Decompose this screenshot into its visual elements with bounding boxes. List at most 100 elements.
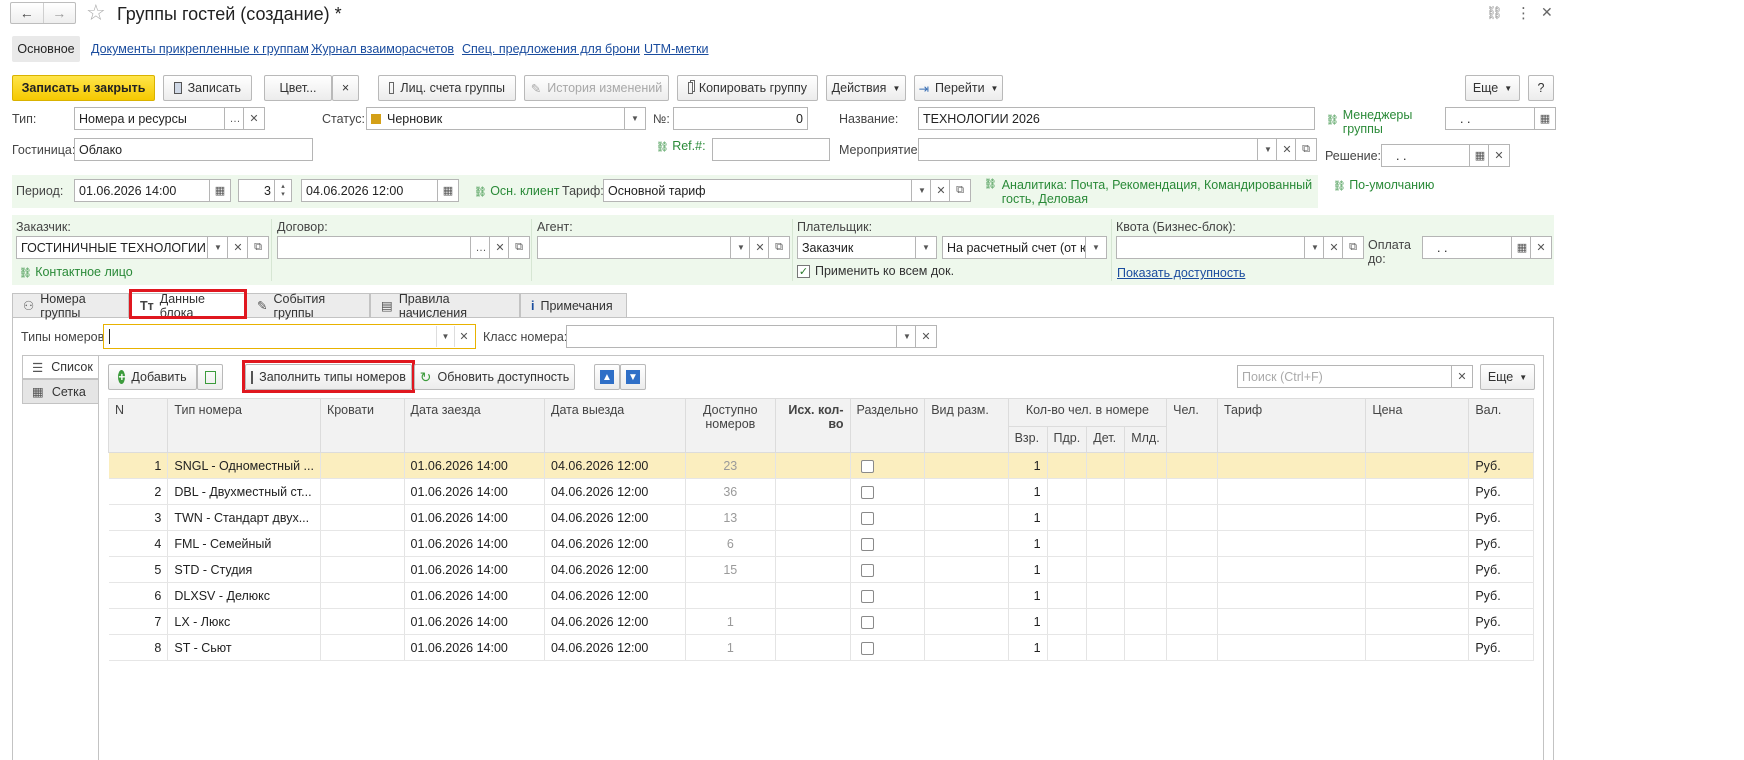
contract-open-button[interactable]: ⧉	[508, 236, 530, 259]
decision-clear-button[interactable]: ✕	[1488, 144, 1510, 167]
cell-n[interactable]: 4	[108, 530, 169, 557]
cell-people[interactable]	[1166, 582, 1218, 609]
more-menu-icon[interactable]: ⋮	[1516, 4, 1531, 22]
cell-checkin[interactable]: 01.06.2026 14:00	[404, 452, 546, 479]
cell-extra[interactable]	[1047, 608, 1088, 635]
cell-price[interactable]	[1365, 530, 1470, 557]
apply-all-checkbox[interactable]: ✓ Применить ко всем док.	[797, 264, 954, 278]
cell-initial[interactable]	[775, 582, 851, 609]
cell-n[interactable]: 3	[108, 504, 169, 531]
cell-available[interactable]: 13	[685, 504, 777, 531]
cell-placement[interactable]	[924, 582, 1009, 609]
cell-currency[interactable]: Руб.	[1468, 478, 1534, 505]
status-field[interactable]: Черновик	[366, 107, 626, 130]
cell-price[interactable]	[1365, 634, 1470, 661]
separate-checkbox[interactable]	[860, 615, 874, 629]
separate-checkbox[interactable]	[860, 589, 874, 603]
cell-child[interactable]	[1086, 478, 1126, 505]
cell-child[interactable]	[1086, 556, 1126, 583]
cell-people[interactable]	[1166, 452, 1218, 479]
cell-infant[interactable]	[1124, 556, 1168, 583]
cell-placement[interactable]	[924, 452, 1009, 479]
cell-initial[interactable]	[775, 530, 851, 557]
cell-adult[interactable]: 1	[1008, 504, 1048, 531]
col-people[interactable]: Чел.	[1166, 398, 1218, 453]
cell-checkout[interactable]: 04.06.2026 12:00	[544, 530, 686, 557]
nav-tab-settlements[interactable]: Журнал взаиморасчетов	[311, 42, 454, 56]
cell-beds[interactable]	[320, 452, 405, 479]
cell-checkin[interactable]: 01.06.2026 14:00	[404, 608, 546, 635]
forward-button[interactable]: →	[44, 3, 76, 23]
table-row[interactable]: 1 SNGL - Одноместный ... 01.06.2026 14:00 0…	[108, 452, 1534, 479]
quota-field[interactable]	[1116, 236, 1306, 259]
cell-n[interactable]: 5	[108, 556, 169, 583]
cell-separate[interactable]	[850, 556, 926, 583]
cell-separate[interactable]	[850, 634, 926, 661]
table-row[interactable]: 6 DLXSV - Делюкс 01.06.2026 14:00 04.06.202…	[108, 582, 1534, 609]
cell-currency[interactable]: Руб.	[1468, 608, 1534, 635]
cell-tariff[interactable]	[1217, 634, 1367, 661]
cell-checkin[interactable]: 01.06.2026 14:00	[404, 478, 546, 505]
cell-currency[interactable]: Руб.	[1468, 556, 1534, 583]
show-availability-link[interactable]: Показать доступность	[1117, 266, 1245, 280]
cell-infant[interactable]	[1124, 608, 1168, 635]
color-button[interactable]: Цвет...	[264, 75, 332, 101]
cell-child[interactable]	[1086, 530, 1126, 557]
room-class-field[interactable]	[566, 325, 898, 348]
color-clear-button[interactable]: ×	[332, 75, 359, 101]
cell-room-type[interactable]: SNGL - Одноместный ...	[167, 452, 321, 479]
col-beds[interactable]: Кровати	[319, 398, 405, 453]
cell-currency[interactable]: Руб.	[1468, 452, 1534, 479]
cell-initial[interactable]	[775, 452, 851, 479]
event-field[interactable]	[918, 138, 1260, 161]
contact-person-link[interactable]: ⛓ Контактное лицо	[19, 265, 133, 279]
cell-available[interactable]: 1	[685, 634, 777, 661]
room-class-clear-button[interactable]: ✕	[915, 325, 937, 348]
cell-beds[interactable]	[320, 530, 405, 557]
cell-adult[interactable]: 1	[1008, 608, 1048, 635]
view-grid-button[interactable]: ▦ Сетка	[22, 379, 99, 404]
cell-people[interactable]	[1166, 608, 1218, 635]
nights-field[interactable]: 3	[238, 179, 276, 202]
cell-room-type[interactable]: TWN - Стандарт двух...	[167, 504, 321, 531]
move-up-button[interactable]: ▲	[594, 364, 620, 390]
table-row[interactable]: 2 DBL - Двухместный ст... 01.06.2026 14:00…	[108, 478, 1534, 505]
col-available[interactable]: Доступно номеров	[684, 398, 777, 453]
close-icon[interactable]: ✕	[1541, 4, 1553, 21]
separate-checkbox[interactable]	[860, 511, 874, 525]
cell-tariff[interactable]	[1217, 582, 1367, 609]
col-currency[interactable]: Вал.	[1468, 398, 1534, 453]
cell-extra[interactable]	[1047, 634, 1088, 661]
cell-checkout[interactable]: 04.06.2026 12:00	[544, 478, 686, 505]
cell-child[interactable]	[1086, 582, 1126, 609]
cell-room-type[interactable]: LX - Люкс	[167, 608, 321, 635]
nav-tab-documents[interactable]: Документы прикрепленные к группам	[91, 42, 309, 56]
cell-infant[interactable]	[1124, 530, 1168, 557]
col-infant[interactable]: Млд.	[1124, 426, 1168, 453]
calendar-icon[interactable]: ▦	[209, 179, 231, 202]
cell-tariff[interactable]	[1217, 452, 1367, 479]
room-types-dropdown-button[interactable]: ▼	[436, 326, 454, 347]
quota-open-button[interactable]: ⧉	[1342, 236, 1364, 259]
cell-people[interactable]	[1166, 504, 1218, 531]
cell-extra[interactable]	[1047, 504, 1088, 531]
type-clear-button[interactable]: ✕	[243, 107, 265, 130]
cell-beds[interactable]	[320, 634, 405, 661]
cell-adult[interactable]: 1	[1008, 556, 1048, 583]
cell-currency[interactable]: Руб.	[1468, 504, 1534, 531]
separate-checkbox[interactable]	[860, 641, 874, 655]
status-dropdown-button[interactable]: ▼	[624, 107, 646, 130]
cell-currency[interactable]: Руб.	[1468, 582, 1534, 609]
cell-checkout[interactable]: 04.06.2026 12:00	[544, 582, 686, 609]
cell-placement[interactable]	[924, 478, 1009, 505]
tab-notes[interactable]: i Примечания	[520, 293, 627, 317]
cell-separate[interactable]	[850, 608, 926, 635]
nav-tab-utm[interactable]: UTM-метки	[644, 42, 709, 56]
table-row[interactable]: 5 STD - Студия 01.06.2026 14:00 04.06.2026 …	[108, 556, 1534, 583]
save-and-close-button[interactable]: Записать и закрыть	[12, 75, 155, 101]
copy-group-button[interactable]: Копировать группу	[677, 75, 818, 101]
ref-field[interactable]	[712, 138, 830, 161]
cell-separate[interactable]	[850, 504, 926, 531]
cell-adult[interactable]: 1	[1008, 530, 1048, 557]
cell-infant[interactable]	[1124, 478, 1168, 505]
